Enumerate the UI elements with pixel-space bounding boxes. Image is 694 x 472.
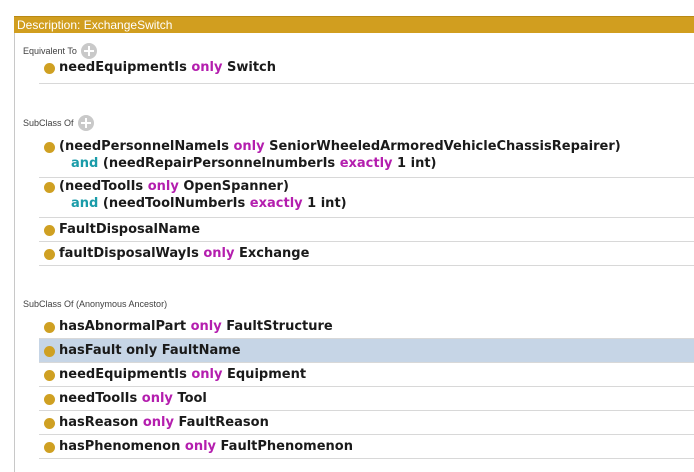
class-bullet-icon (44, 370, 55, 381)
class-bullet-icon (44, 418, 55, 429)
expr-part: hasAbnormalPart (59, 319, 187, 334)
expr-keyword: only (190, 319, 222, 334)
list-item-ancestor-selected[interactable]: hasFault only FaultName (39, 339, 694, 363)
expr-part: faultDisposalWayIs (59, 246, 199, 261)
expr-part: FaultPhenomenon (220, 439, 353, 454)
expr-part: Equipment (227, 367, 307, 382)
section-label-subclass-of: SubClass Of (23, 118, 74, 128)
expr-part: Switch (227, 60, 277, 75)
expr-part: (needToolNumberIs (102, 196, 246, 211)
expr-part: hasFault only FaultName (59, 343, 241, 358)
description-panel: Equivalent To needEquipmentIs only Switc… (14, 33, 694, 472)
expr-and: and (71, 156, 99, 171)
class-bullet-icon (44, 142, 55, 153)
expr-line: and (needRepairPersonnelnumberIs exactly… (59, 155, 694, 172)
expr-line: and (needToolNumberIs exactly 1 int) (59, 195, 694, 212)
expr-part: FaultDisposalName (59, 222, 201, 237)
expr-line: (needPersonnelNameIs only SeniorWheeledA… (59, 138, 694, 155)
list-item-subclass[interactable]: (needPersonnelNameIs only SeniorWheeledA… (39, 138, 694, 178)
class-bullet-icon (44, 225, 55, 236)
expr-keyword: only (141, 391, 173, 406)
expr-keyword: only (184, 439, 217, 454)
list-item-equivalent[interactable]: needEquipmentIs only Switch (39, 59, 694, 84)
expr-keyword: exactly (249, 196, 303, 211)
description-title: Description: ExchangeSwitch (17, 18, 173, 32)
expr-part: Tool (177, 391, 207, 406)
expr-keyword: only (203, 246, 235, 261)
class-bullet-icon (44, 346, 55, 357)
expr-keyword: only (147, 179, 179, 194)
description-title-bar: Description: ExchangeSwitch (14, 16, 694, 33)
section-header-anonymous-ancestor: SubClass Of (Anonymous Ancestor) (23, 295, 167, 313)
list-item-subclass[interactable]: (needToolIs only OpenSpanner) and (needT… (39, 178, 694, 218)
class-bullet-icon (44, 182, 55, 193)
class-bullet-icon (44, 249, 55, 260)
expr-part: hasPhenomenon (59, 439, 181, 454)
section-label-anonymous-ancestor: SubClass Of (Anonymous Ancestor) (23, 299, 168, 309)
expr-keyword: only (233, 139, 265, 154)
expr-part: FaultReason (178, 415, 269, 430)
section-header-subclass-of: SubClass Of (23, 114, 94, 132)
add-subclass-icon[interactable] (77, 115, 94, 131)
expr-keyword: only (142, 415, 174, 430)
expr-part: FaultStructure (226, 319, 333, 334)
class-bullet-icon (44, 322, 55, 333)
expr-part: 1 int) (307, 196, 347, 211)
expr-keyword: only (191, 60, 223, 75)
list-item-ancestor[interactable]: hasReason only FaultReason (39, 411, 694, 435)
list-item-ancestor[interactable]: needEquipmentIs only Equipment (39, 363, 694, 387)
expr-part: 1 int) (397, 156, 437, 171)
expr-part: (needPersonnelNameIs (59, 139, 229, 154)
expr-part: OpenSpanner) (183, 179, 289, 194)
expr-part: (needToolIs (59, 179, 144, 194)
list-item-ancestor[interactable]: needToolIs only Tool (39, 387, 694, 411)
expr-keyword: exactly (339, 156, 393, 171)
expr-part: needEquipmentIs (59, 60, 187, 75)
list-item-ancestor[interactable]: hasAbnormalPart only FaultStructure (39, 315, 694, 339)
class-bullet-icon (44, 442, 55, 453)
section-header-equivalent-to: Equivalent To (23, 42, 97, 60)
expr-part: (needRepairPersonnelnumberIs (102, 156, 336, 171)
expr-part: hasReason (59, 415, 139, 430)
class-bullet-icon (44, 394, 55, 405)
class-bullet-icon (44, 63, 55, 74)
expr-keyword: only (191, 367, 223, 382)
expr-and: and (71, 196, 99, 211)
expr-part: needToolIs (59, 391, 138, 406)
expr-part: SeniorWheeledArmoredVehicleChassisRepair… (269, 139, 621, 154)
list-item-subclass[interactable]: FaultDisposalName (39, 218, 694, 242)
add-equivalent-icon[interactable] (80, 43, 97, 59)
section-label-equivalent-to: Equivalent To (23, 46, 77, 56)
expr-part: Exchange (239, 246, 310, 261)
expr-line: (needToolIs only OpenSpanner) (59, 178, 694, 195)
list-item-ancestor[interactable]: hasPhenomenon only FaultPhenomenon (39, 435, 694, 459)
list-item-subclass[interactable]: faultDisposalWayIs only Exchange (39, 242, 694, 266)
expr-part: needEquipmentIs (59, 367, 187, 382)
